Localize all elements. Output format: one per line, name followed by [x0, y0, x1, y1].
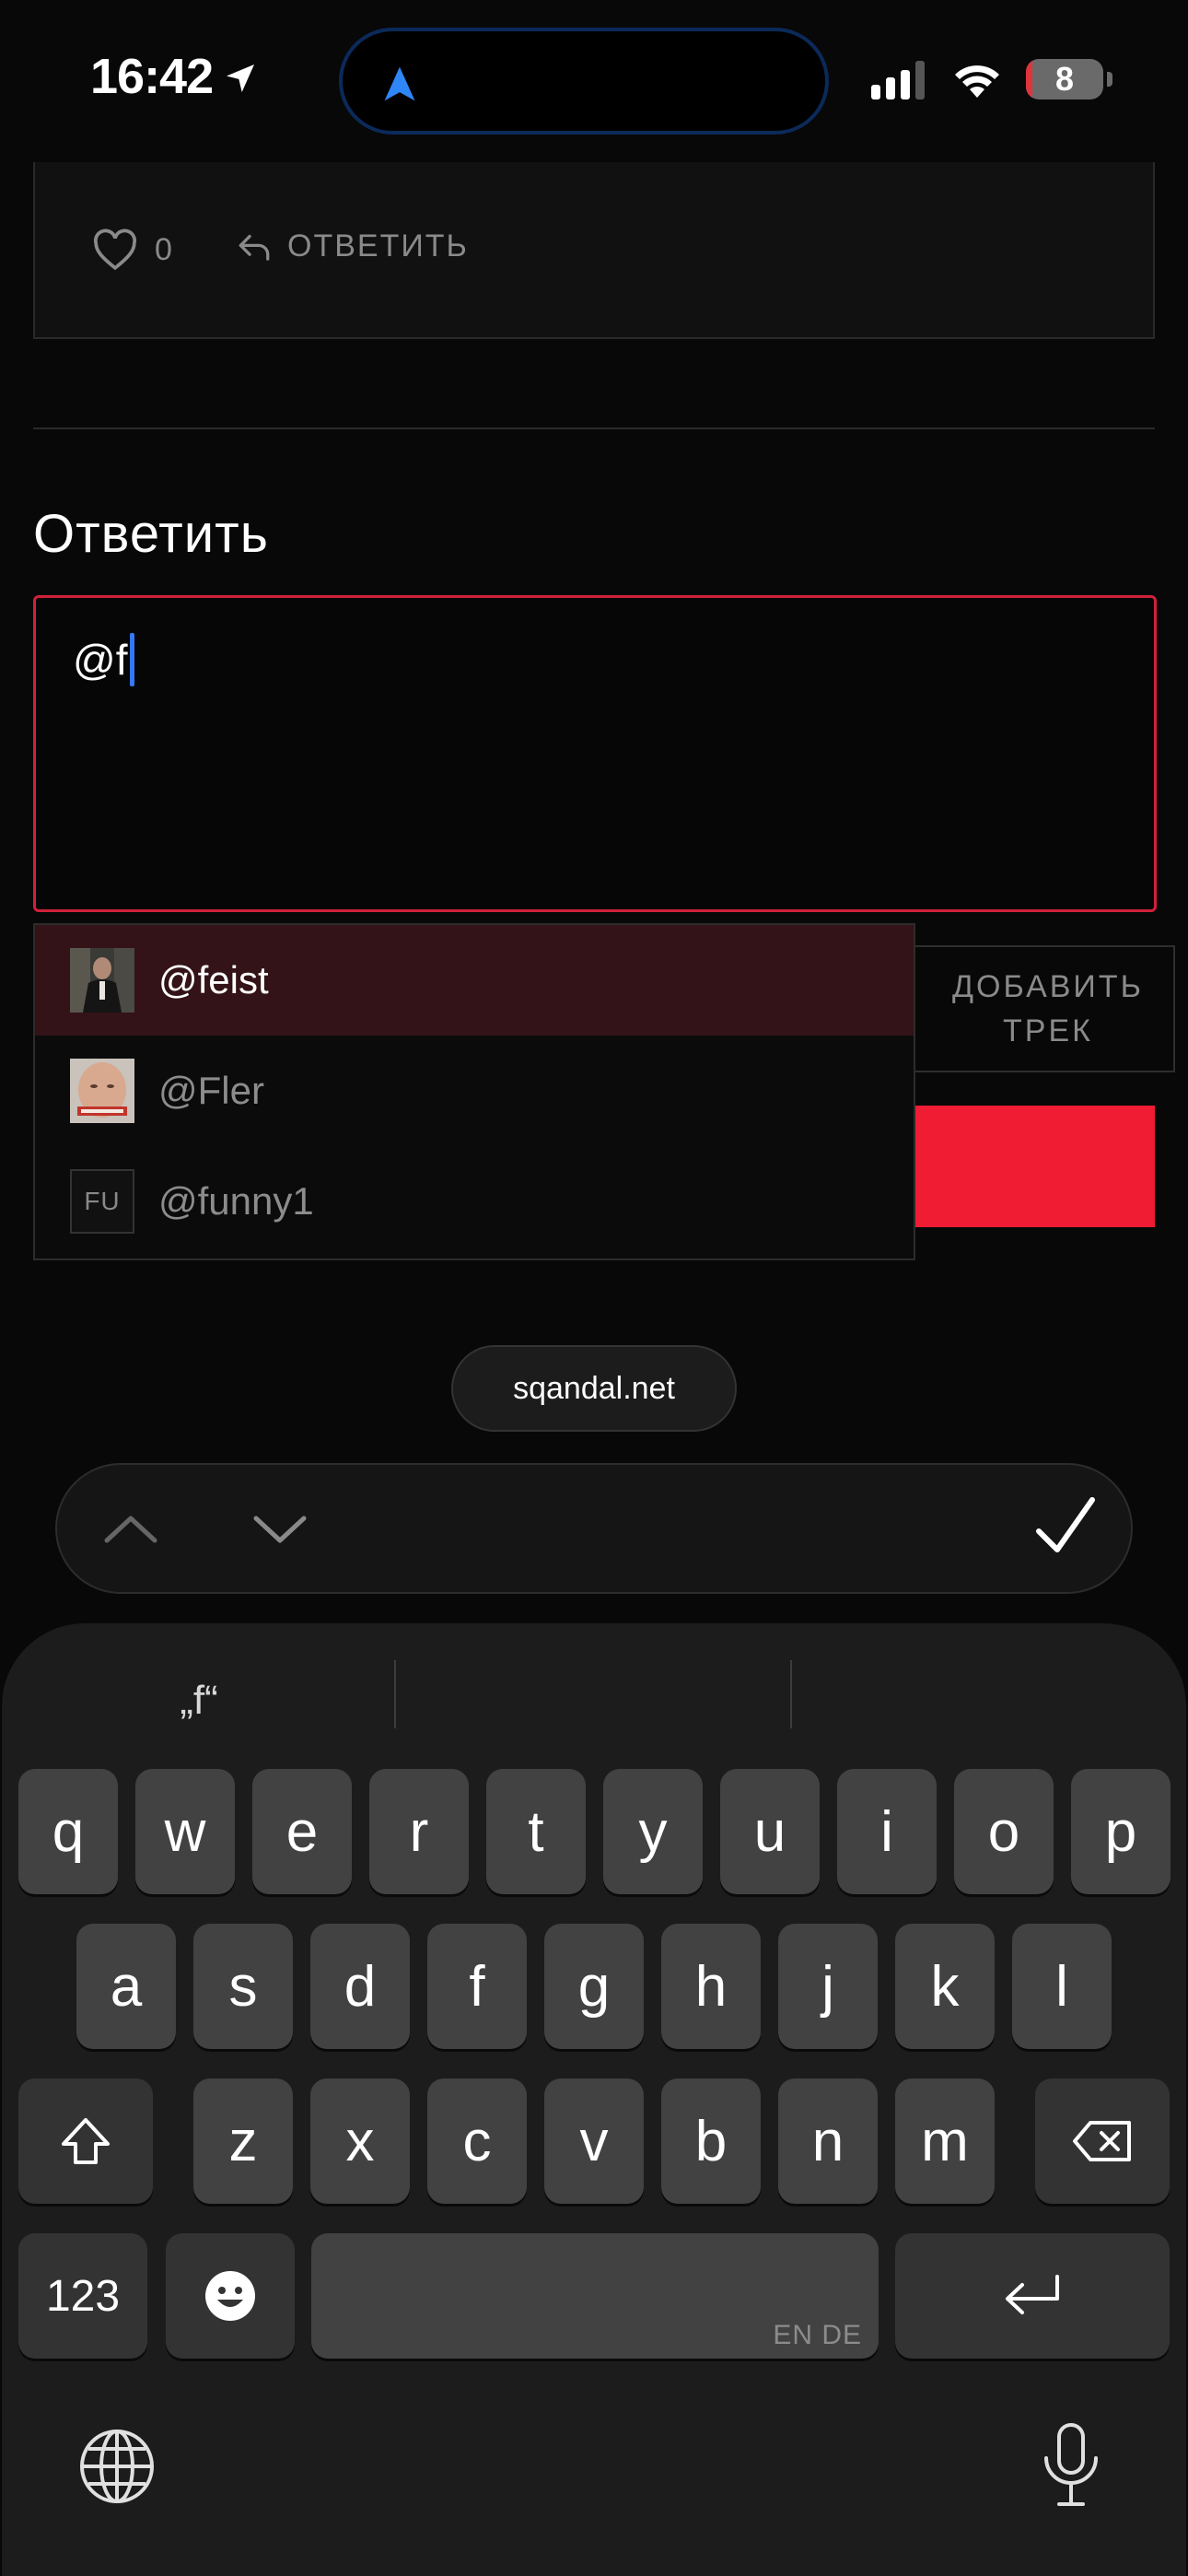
- key-u[interactable]: u: [720, 1769, 820, 1894]
- mention-item-funny1[interactable]: FU @funny1: [35, 1146, 914, 1257]
- status-time: 16:42: [90, 48, 259, 105]
- avatar-funny1: FU: [70, 1169, 134, 1234]
- space-key[interactable]: EN DE: [311, 2233, 879, 2359]
- reply-arrow-icon: [239, 234, 270, 261]
- text-caret: [130, 633, 135, 686]
- key-f[interactable]: f: [427, 1924, 527, 2049]
- avatar-feist: [70, 948, 134, 1013]
- avatar-fler: [70, 1059, 134, 1123]
- add-track-label: ДОБАВИТЬ ТРЕК: [952, 969, 1144, 1048]
- submit-button[interactable]: [903, 1106, 1155, 1227]
- like-button[interactable]: 0: [92, 228, 172, 271]
- shift-icon: [62, 2118, 110, 2164]
- mention-item-fler[interactable]: @Fler: [35, 1036, 914, 1146]
- key-n[interactable]: n: [778, 2078, 878, 2204]
- backspace-icon: [1073, 2121, 1131, 2161]
- microphone-icon[interactable]: [1037, 2421, 1105, 2510]
- address-bar-pill[interactable]: sqandal.net: [451, 1345, 737, 1432]
- key-p[interactable]: p: [1071, 1769, 1171, 1894]
- key-c[interactable]: c: [427, 2078, 527, 2204]
- key-d[interactable]: d: [310, 1924, 410, 2049]
- mention-handle: @Fler: [158, 1069, 264, 1112]
- backspace-key[interactable]: [1035, 2078, 1170, 2204]
- reply-input-value: @f: [73, 636, 128, 684]
- key-w[interactable]: w: [135, 1769, 235, 1894]
- suggestion-3[interactable]: [792, 1664, 1186, 1738]
- key-h[interactable]: h: [661, 1924, 761, 2049]
- return-icon: [1006, 2275, 1059, 2314]
- battery-tip: [1107, 72, 1112, 87]
- add-track-button[interactable]: ДОБАВИТЬ ТРЕК: [903, 945, 1175, 1072]
- cellular-signal-icon: [871, 61, 925, 100]
- reply-section-title: Ответить: [33, 504, 269, 564]
- shift-key[interactable]: [18, 2078, 153, 2204]
- emoji-key[interactable]: [166, 2233, 295, 2359]
- battery-icon: 8: [1026, 59, 1103, 100]
- suggestion-bar: „f“: [2, 1623, 1186, 1762]
- chevron-up-icon[interactable]: [98, 1500, 164, 1559]
- numbers-key[interactable]: 123: [18, 2233, 147, 2359]
- globe-icon[interactable]: [77, 2427, 157, 2506]
- suggestion-1[interactable]: „f“: [2, 1664, 396, 1738]
- key-g[interactable]: g: [544, 1924, 644, 2049]
- key-j[interactable]: j: [778, 1924, 878, 2049]
- suggestion-2[interactable]: [396, 1664, 790, 1738]
- reply-link-label: ОТВЕТИТЬ: [287, 228, 469, 263]
- reply-link[interactable]: ОТВЕТИТЬ: [236, 228, 469, 264]
- form-navigation-bar: [55, 1463, 1133, 1594]
- like-count: 0: [155, 231, 172, 267]
- checkmark-icon[interactable]: [1033, 1493, 1098, 1563]
- key-l[interactable]: l: [1012, 1924, 1112, 2049]
- keyboard: „f“ q w e r t y u i o p a s d f g h j k …: [2, 1623, 1186, 2576]
- key-m[interactable]: m: [895, 2078, 995, 2204]
- heart-icon: [93, 228, 137, 271]
- key-y[interactable]: y: [603, 1769, 703, 1894]
- battery-level: 8: [1054, 60, 1075, 98]
- key-s[interactable]: s: [193, 1924, 293, 2049]
- comment-card: 0 ОТВЕТИТЬ: [33, 162, 1155, 339]
- key-x[interactable]: x: [310, 2078, 410, 2204]
- dynamic-island: [339, 28, 829, 135]
- wifi-icon: [955, 65, 999, 98]
- emoji-icon: [205, 2271, 255, 2321]
- key-r[interactable]: r: [369, 1769, 469, 1894]
- key-t[interactable]: t: [486, 1769, 586, 1894]
- key-k[interactable]: k: [895, 1924, 995, 2049]
- space-language-label: EN DE: [773, 2320, 862, 2350]
- mention-handle: @feist: [158, 958, 269, 1001]
- key-o[interactable]: o: [954, 1769, 1054, 1894]
- section-divider: [33, 427, 1155, 429]
- key-z[interactable]: z: [193, 2078, 293, 2204]
- clock-label: 16:42: [90, 49, 214, 104]
- key-i[interactable]: i: [837, 1769, 937, 1894]
- key-b[interactable]: b: [661, 2078, 761, 2204]
- location-arrow-icon: [227, 64, 255, 92]
- return-key[interactable]: [895, 2233, 1170, 2359]
- key-v[interactable]: v: [544, 2078, 644, 2204]
- key-e[interactable]: e: [252, 1769, 352, 1894]
- key-a[interactable]: a: [76, 1924, 176, 2049]
- chevron-down-icon[interactable]: [247, 1500, 313, 1559]
- navigation-arrow-icon: [384, 66, 415, 101]
- key-q[interactable]: q: [18, 1769, 118, 1894]
- mention-handle: @funny1: [158, 1179, 314, 1223]
- mention-item-feist[interactable]: @feist: [35, 925, 914, 1036]
- reply-textarea[interactable]: @f: [33, 595, 1157, 912]
- reply-input-content: @f: [73, 633, 135, 686]
- mention-dropdown: @feist @Fler FU @funny1: [33, 923, 915, 1260]
